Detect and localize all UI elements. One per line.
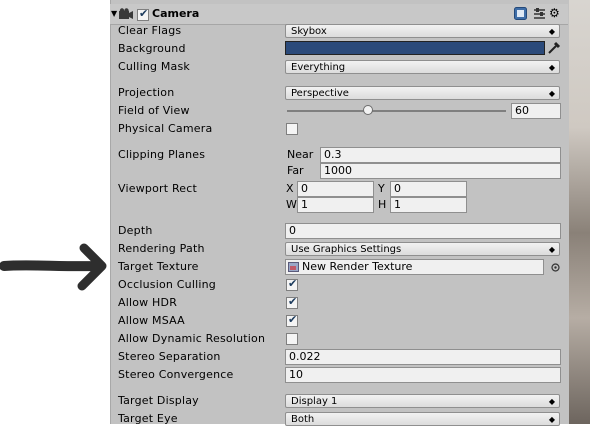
- object-picker-icon[interactable]: [551, 263, 560, 272]
- background-label: Background: [118, 42, 186, 55]
- target-display-dropdown[interactable]: Display 1 ◆: [285, 394, 560, 408]
- camera-icon: [119, 8, 133, 19]
- target-texture-value: New Render Texture: [302, 260, 413, 273]
- annotation-arrow: [0, 243, 107, 291]
- clear-flags-value: Skybox: [291, 26, 327, 37]
- fov-input[interactable]: 60: [511, 103, 561, 119]
- target-display-value: Display 1: [291, 396, 338, 407]
- target-display-label: Target Display: [118, 394, 199, 407]
- dropdown-arrow-icon: ◆: [548, 397, 555, 406]
- physical-camera-checkbox[interactable]: [286, 123, 298, 135]
- viewport-y-label: Y: [378, 182, 385, 195]
- allow-msaa-label: Allow MSAA: [118, 314, 185, 327]
- near-label: Near: [287, 148, 314, 161]
- stereo-convergence-input[interactable]: 10: [285, 367, 561, 383]
- target-texture-field[interactable]: New Render Texture: [285, 259, 544, 275]
- help-icon[interactable]: [514, 7, 527, 20]
- projection-value: Perspective: [291, 88, 349, 99]
- rendering-path-label: Rendering Path: [118, 242, 205, 255]
- component-enabled-checkbox[interactable]: [137, 7, 149, 21]
- physical-camera-label: Physical Camera: [118, 122, 213, 135]
- target-eye-label: Target Eye: [118, 412, 178, 425]
- viewport-x-label: X: [286, 182, 294, 195]
- allow-hdr-checkbox[interactable]: [286, 295, 298, 309]
- field-of-view-label: Field of View: [118, 104, 190, 117]
- culling-mask-label: Culling Mask: [118, 60, 191, 73]
- rendering-path-dropdown[interactable]: Use Graphics Settings ◆: [285, 242, 560, 256]
- projection-label: Projection: [118, 86, 175, 99]
- allow-dynamic-resolution-label: Allow Dynamic Resolution: [118, 332, 266, 345]
- allow-hdr-label: Allow HDR: [118, 296, 178, 309]
- allow-msaa-checkbox[interactable]: [286, 313, 298, 327]
- scene-background: [567, 0, 590, 424]
- stereo-separation-label: Stereo Separation: [118, 350, 221, 363]
- dropdown-arrow-icon: ◆: [548, 415, 555, 424]
- dropdown-arrow-icon: ◆: [548, 27, 555, 36]
- viewport-rect-label: Viewport Rect: [118, 182, 198, 195]
- culling-mask-dropdown[interactable]: Everything ◆: [285, 60, 560, 74]
- far-input[interactable]: 1000: [320, 163, 561, 179]
- projection-dropdown[interactable]: Perspective ◆: [285, 86, 560, 100]
- occlusion-culling-label: Occlusion Culling: [118, 278, 216, 291]
- clipping-planes-label: Clipping Planes: [118, 148, 206, 161]
- target-eye-value: Both: [291, 414, 315, 425]
- clear-flags-dropdown[interactable]: Skybox ◆: [285, 24, 560, 38]
- foldout-arrow-icon[interactable]: ▼: [111, 9, 117, 18]
- viewport-w-label: W: [286, 198, 297, 211]
- fov-slider-track[interactable]: [287, 110, 506, 112]
- viewport-h-input[interactable]: 1: [390, 197, 467, 213]
- dropdown-arrow-icon: ◆: [548, 89, 555, 98]
- occlusion-culling-checkbox[interactable]: [286, 277, 298, 291]
- allow-dynamic-resolution-checkbox[interactable]: [286, 333, 298, 345]
- render-texture-icon: [288, 262, 299, 272]
- stereo-convergence-label: Stereo Convergence: [118, 368, 234, 381]
- culling-mask-value: Everything: [291, 62, 346, 73]
- fov-slider-thumb[interactable]: [363, 105, 374, 115]
- viewport-y-input[interactable]: 0: [390, 181, 467, 197]
- background-color-field[interactable]: [285, 41, 545, 55]
- viewport-x-input[interactable]: 0: [297, 181, 374, 197]
- near-input[interactable]: 0.3: [320, 147, 561, 163]
- rendering-path-value: Use Graphics Settings: [291, 244, 402, 255]
- clear-flags-label: Clear Flags: [118, 24, 182, 37]
- dropdown-arrow-icon: ◆: [548, 63, 555, 72]
- gear-icon[interactable]: ⚙: [549, 6, 560, 20]
- dropdown-arrow-icon: ◆: [548, 245, 555, 254]
- depth-input[interactable]: 0: [285, 223, 561, 239]
- depth-label: Depth: [118, 224, 153, 237]
- viewport-h-label: H: [378, 198, 387, 211]
- preset-icon[interactable]: [533, 7, 546, 20]
- target-texture-label: Target Texture: [118, 260, 199, 273]
- far-label: Far: [287, 164, 304, 177]
- stereo-separation-input[interactable]: 0.022: [285, 349, 561, 365]
- component-title: Camera: [152, 7, 200, 20]
- eyedropper-icon[interactable]: [547, 41, 561, 55]
- viewport-w-input[interactable]: 1: [297, 197, 374, 213]
